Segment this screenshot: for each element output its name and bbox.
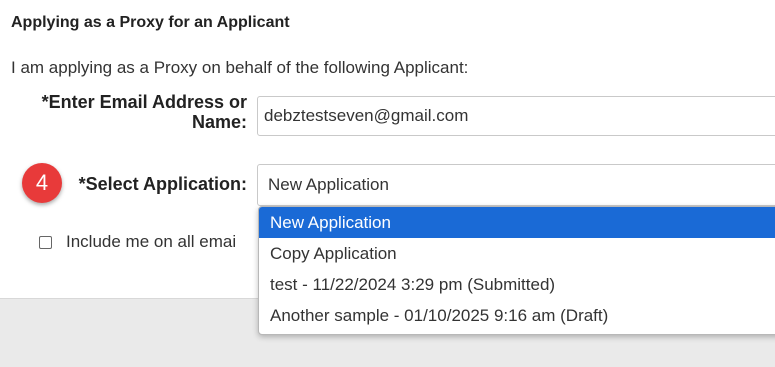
include-me-checkbox-label: Include me on all emai <box>66 232 237 251</box>
select-application-label: *Select Application: <box>78 174 247 194</box>
option-new-application[interactable]: New Application <box>259 207 775 238</box>
email-label-line1: *Enter Email Address or <box>41 92 247 112</box>
intro-text: I am applying as a Proxy on behalf of th… <box>11 58 469 77</box>
option-copy-application[interactable]: Copy Application <box>259 238 775 269</box>
option-another-sample-draft[interactable]: Another sample - 01/10/2025 9:16 am (Dra… <box>259 300 775 331</box>
option-test-submitted[interactable]: test - 11/22/2024 3:29 pm (Submitted) <box>259 269 775 300</box>
section-title: Applying as a Proxy for an Applicant <box>11 14 290 31</box>
select-application-dropdown[interactable]: New Application <box>257 164 775 206</box>
email-field-label: *Enter Email Address or Name: <box>20 92 247 132</box>
application-options-list: New Application Copy Application test - … <box>258 206 775 335</box>
include-me-checkbox[interactable] <box>39 236 52 249</box>
email-label-line2: Name: <box>191 112 247 132</box>
email-or-name-input[interactable] <box>257 96 775 136</box>
